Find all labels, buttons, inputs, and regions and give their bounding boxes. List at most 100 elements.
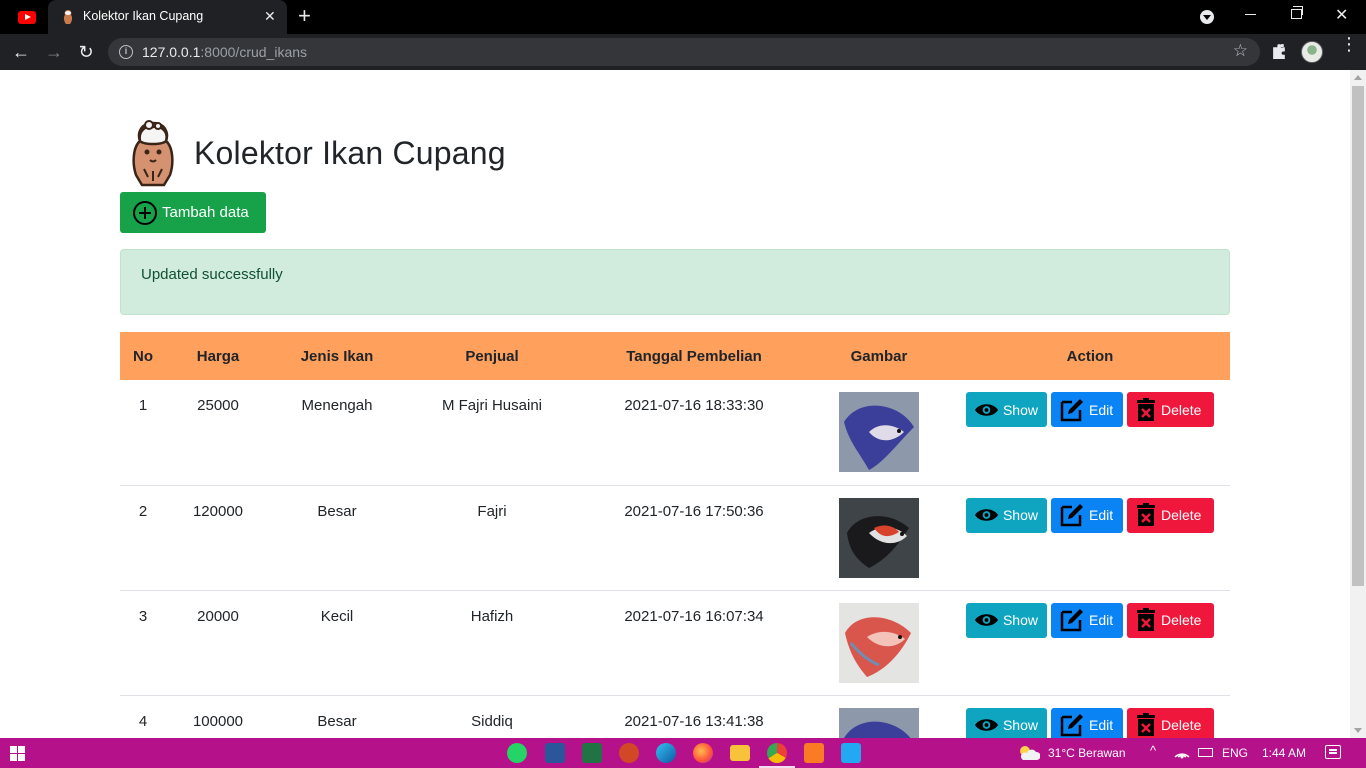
- file-explorer-icon[interactable]: [730, 745, 750, 761]
- show-button[interactable]: Show: [966, 602, 1047, 638]
- xampp-icon[interactable]: [804, 743, 824, 763]
- scroll-thumb[interactable]: [1352, 86, 1364, 586]
- delete-button[interactable]: Delete: [1127, 392, 1214, 427]
- edge-icon[interactable]: [656, 743, 676, 763]
- windows-start-icon[interactable]: [10, 746, 25, 761]
- extensions-icon[interactable]: [1271, 43, 1288, 60]
- weather-text[interactable]: 31°C Berawan: [1048, 746, 1126, 760]
- wifi-icon[interactable]: [1174, 747, 1190, 759]
- edit-button[interactable]: Edit: [1051, 602, 1123, 638]
- browser-menu-icon[interactable]: ⋮: [1340, 35, 1358, 53]
- eye-icon: [974, 403, 999, 416]
- trash-icon: [1137, 503, 1155, 526]
- tray-chevron-icon[interactable]: ^: [1150, 743, 1156, 758]
- window-close-icon[interactable]: ✕: [1335, 5, 1348, 25]
- delete-label: Delete: [1161, 717, 1202, 733]
- restore-icon[interactable]: [1291, 6, 1303, 19]
- language-indicator[interactable]: ENG: [1222, 746, 1248, 760]
- fish-image: [839, 602, 919, 683]
- cell-harga: 20000: [166, 590, 270, 696]
- cell-action: Show Edit Delete: [950, 380, 1230, 486]
- cell-jenis: Besar: [270, 485, 404, 591]
- add-data-button[interactable]: Tambah data: [120, 192, 266, 233]
- delete-button[interactable]: Delete: [1127, 602, 1214, 638]
- cell-gambar: [808, 695, 950, 738]
- notification-icon[interactable]: [1325, 745, 1341, 759]
- edit-button[interactable]: Edit: [1051, 497, 1123, 533]
- windows-taskbar: 31°C Berawan ^ ENG 1:44 AM: [0, 738, 1366, 768]
- scroll-up-arrow-icon[interactable]: [1354, 75, 1362, 80]
- whatsapp-icon[interactable]: [507, 743, 527, 763]
- table-row: 3 20000 Kecil Hafizh 2021-07-16 16:07:34: [120, 590, 1230, 696]
- table-row: 1 25000 Menengah M Fajri Husaini 2021-07…: [120, 380, 1230, 486]
- show-label: Show: [1002, 717, 1038, 733]
- new-tab-icon[interactable]: +: [298, 5, 311, 27]
- vscode-icon[interactable]: [841, 743, 861, 763]
- tab-search-icon[interactable]: [1200, 10, 1214, 24]
- clock-time[interactable]: 1:44 AM: [1262, 746, 1306, 760]
- add-data-label: Tambah data: [162, 204, 249, 221]
- pinned-tab-youtube[interactable]: [8, 0, 46, 34]
- edit-icon: [1060, 398, 1083, 421]
- show-button[interactable]: Show: [966, 497, 1047, 533]
- table-row: 4 100000 Besar Siddiq 2021-07-16 13:41:3…: [120, 695, 1230, 738]
- excel-icon[interactable]: [582, 743, 602, 763]
- bookmark-star-icon[interactable]: ☆: [1233, 41, 1248, 61]
- url-text[interactable]: 127.0.0.1:8000/crud_ikans: [142, 44, 307, 60]
- cell-penjual: Hafizh: [404, 590, 580, 696]
- edit-label: Edit: [1089, 401, 1114, 418]
- show-button[interactable]: Show: [966, 392, 1047, 427]
- edit-label: Edit: [1089, 507, 1114, 523]
- cell-harga: 120000: [166, 485, 270, 591]
- table-header-row: No Harga Jenis Ikan Penjual Tanggal Pemb…: [120, 332, 1230, 380]
- chrome-icon[interactable]: [759, 743, 795, 768]
- cell-penjual: M Fajri Husaini: [404, 380, 580, 486]
- show-label: Show: [1002, 401, 1038, 418]
- edit-label: Edit: [1089, 612, 1114, 628]
- header-tanggal-pembelian: Tanggal Pembelian: [580, 332, 808, 380]
- show-label: Show: [1002, 507, 1038, 523]
- page-scrollbar[interactable]: [1350, 70, 1366, 738]
- edit-button[interactable]: Edit: [1051, 707, 1123, 738]
- cell-no: 3: [120, 590, 166, 696]
- cell-harga: 100000: [166, 695, 270, 738]
- cell-no: 2: [120, 485, 166, 591]
- cell-no: 1: [120, 380, 166, 486]
- address-bar[interactable]: i 127.0.0.1:8000/crud_ikans ☆: [108, 38, 1260, 66]
- edit-icon: [1060, 714, 1083, 737]
- site-info-icon[interactable]: i: [119, 45, 133, 59]
- cell-action: Show Edit Delete: [950, 485, 1230, 591]
- reload-icon[interactable]: ↻: [74, 40, 98, 64]
- edit-button[interactable]: Edit: [1051, 392, 1123, 427]
- word-icon[interactable]: [545, 743, 565, 763]
- battery-icon[interactable]: [1198, 748, 1213, 757]
- trash-icon: [1137, 713, 1155, 736]
- back-icon[interactable]: ←: [9, 40, 33, 64]
- header-action: Action: [950, 332, 1230, 380]
- cell-jenis: Kecil: [270, 590, 404, 696]
- scroll-down-arrow-icon[interactable]: [1354, 728, 1362, 733]
- delete-label: Delete: [1161, 507, 1202, 523]
- browser-titlebar: Kolektor Ikan Cupang ✕ + ✕: [0, 0, 1366, 34]
- header-no: No: [120, 332, 166, 380]
- powerpoint-icon[interactable]: [619, 743, 639, 763]
- profile-avatar[interactable]: [1301, 41, 1323, 63]
- fish-table: No Harga Jenis Ikan Penjual Tanggal Pemb…: [120, 332, 1230, 738]
- cell-gambar: [808, 380, 950, 486]
- active-tab[interactable]: Kolektor Ikan Cupang ✕: [48, 0, 287, 34]
- eye-icon: [974, 614, 999, 626]
- trash-icon: [1137, 608, 1155, 631]
- show-button[interactable]: Show: [966, 707, 1047, 738]
- minimize-icon[interactable]: [1245, 14, 1256, 15]
- delete-button[interactable]: Delete: [1127, 497, 1214, 533]
- tab-close-icon[interactable]: ✕: [264, 8, 276, 24]
- delete-button[interactable]: Delete: [1127, 707, 1214, 738]
- edit-icon: [1060, 504, 1083, 527]
- fish-image: [839, 707, 919, 738]
- firefox-icon[interactable]: [693, 743, 713, 763]
- cell-harga: 25000: [166, 380, 270, 486]
- browser-toolbar: ← → ↻ i 127.0.0.1:8000/crud_ikans ☆ ⋮: [0, 34, 1366, 70]
- forward-icon[interactable]: →: [42, 40, 66, 64]
- success-alert: Updated successfully: [120, 249, 1230, 315]
- cell-jenis: Besar: [270, 695, 404, 738]
